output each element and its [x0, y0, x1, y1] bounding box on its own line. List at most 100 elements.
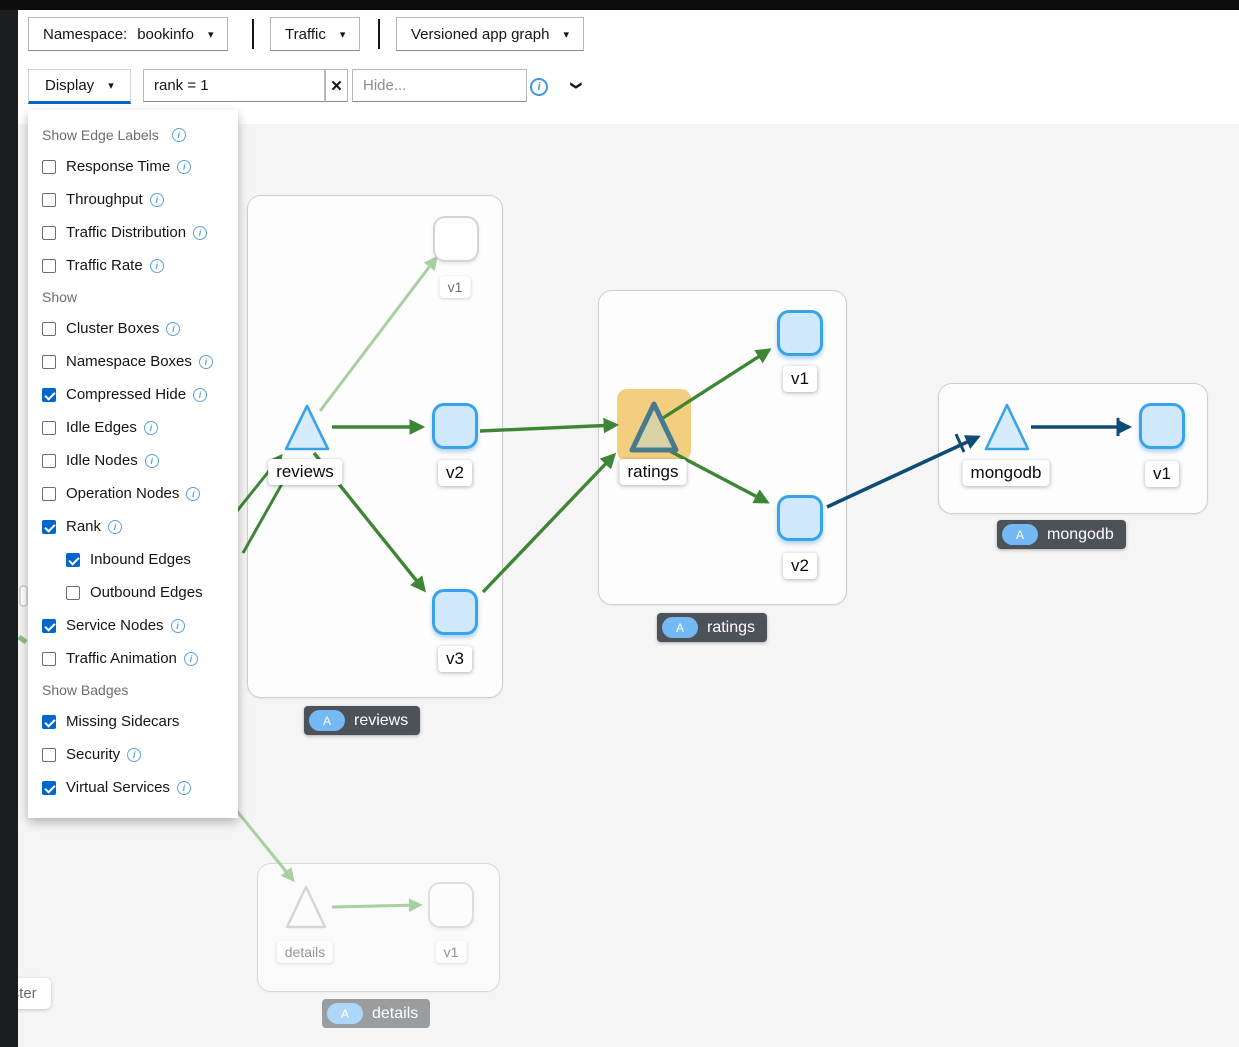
info-icon[interactable]: i	[177, 160, 191, 174]
info-icon[interactable]: i	[127, 748, 141, 762]
menu-item-operation-nodes[interactable]: Operation Nodes i	[28, 477, 238, 510]
checkbox-checked[interactable]	[42, 781, 56, 795]
mongodb-node-label: mongodb	[963, 460, 1050, 486]
info-icon[interactable]: i	[108, 520, 122, 534]
caret-down-icon: ▾	[340, 28, 346, 41]
checkbox-checked[interactable]	[42, 619, 56, 633]
reviews-v3-label: v3	[438, 646, 472, 672]
display-dropdown-menu: Show Edge Labels i Response Time i Throu…	[28, 110, 238, 818]
info-icon[interactable]: i	[199, 355, 213, 369]
details-node-label: details	[277, 941, 333, 963]
info-icon[interactable]: i	[186, 487, 200, 501]
checkbox[interactable]	[42, 193, 56, 207]
checkbox[interactable]	[42, 652, 56, 666]
find-clear-button[interactable]: ✕	[325, 69, 348, 102]
menu-item-idle-nodes[interactable]: Idle Nodes i	[28, 444, 238, 477]
info-icon[interactable]: i	[145, 454, 159, 468]
menu-item-virtual-services[interactable]: Virtual Services i	[28, 771, 238, 804]
checkbox-checked[interactable]	[42, 520, 56, 534]
info-icon[interactable]: i	[193, 388, 207, 402]
rank-highlight	[617, 389, 691, 461]
reviews-v2-node[interactable]	[432, 403, 478, 449]
app-badge-icon: A	[1002, 524, 1038, 545]
checkbox[interactable]	[42, 322, 56, 336]
menu-item-traffic-distribution[interactable]: Traffic Distribution i	[28, 216, 238, 249]
mongodb-v1-label: v1	[1145, 461, 1179, 487]
checkbox[interactable]	[42, 454, 56, 468]
checkbox[interactable]	[42, 748, 56, 762]
menu-item-missing-sidecars[interactable]: Missing Sidecars	[28, 705, 238, 738]
caret-down-icon: ▾	[108, 79, 114, 92]
reviews-app-badge[interactable]: A reviews	[304, 706, 420, 735]
reviews-v3-node[interactable]	[432, 589, 478, 635]
find-hide-help-info-icon[interactable]: i	[530, 78, 548, 96]
info-icon[interactable]: i	[177, 781, 191, 795]
caret-down-icon: ▾	[208, 28, 214, 41]
ratings-app-badge[interactable]: A ratings	[657, 613, 767, 642]
checkbox-checked[interactable]	[42, 388, 56, 402]
menu-item-compressed-hide[interactable]: Compressed Hide i	[28, 378, 238, 411]
menu-item-traffic-animation[interactable]: Traffic Animation i	[28, 642, 238, 675]
top-black-bar	[0, 0, 1239, 10]
display-dropdown-button[interactable]: Display ▾	[28, 69, 131, 104]
info-icon[interactable]: i	[144, 421, 158, 435]
close-icon: ✕	[330, 77, 343, 95]
menu-header-badges: Show Badges	[28, 675, 238, 705]
info-icon[interactable]: i	[150, 193, 164, 207]
menu-item-rank[interactable]: Rank i	[28, 510, 238, 543]
ratings-v2-node[interactable]	[777, 495, 823, 541]
menu-item-throughput[interactable]: Throughput i	[28, 183, 238, 216]
menu-item-service-nodes[interactable]: Service Nodes i	[28, 609, 238, 642]
reviews-node-label: reviews	[268, 459, 342, 485]
info-icon[interactable]: i	[184, 652, 198, 666]
toolbar-divider	[252, 19, 254, 49]
hidden-edge-fragment	[17, 635, 27, 644]
checkbox[interactable]	[42, 487, 56, 501]
hide-combobox[interactable]: ❯	[352, 69, 527, 102]
menu-item-cluster-boxes[interactable]: Cluster Boxes i	[28, 312, 238, 345]
checkbox[interactable]	[42, 421, 56, 435]
traffic-select[interactable]: Traffic ▾	[270, 17, 360, 51]
info-icon[interactable]: i	[166, 322, 180, 336]
reviews-v2-label: v2	[438, 460, 472, 486]
menu-item-inbound-edges[interactable]: Inbound Edges	[28, 543, 238, 576]
menu-header-show: Show	[28, 282, 238, 312]
checkbox[interactable]	[42, 259, 56, 273]
checkbox[interactable]	[42, 160, 56, 174]
find-combobox[interactable]: ❯	[143, 69, 325, 102]
checkbox[interactable]	[42, 226, 56, 240]
app-badge-icon: A	[662, 617, 698, 638]
info-icon[interactable]: i	[150, 259, 164, 273]
checkbox-checked[interactable]	[42, 715, 56, 729]
menu-item-outbound-edges[interactable]: Outbound Edges	[28, 576, 238, 609]
graph-type-select[interactable]: Versioned app graph ▾	[396, 17, 584, 51]
menu-header-edge-labels: Show Edge Labels i	[28, 120, 238, 150]
menu-item-idle-edges[interactable]: Idle Edges i	[28, 411, 238, 444]
ratings-v2-label: v2	[783, 553, 817, 579]
mongodb-app-badge[interactable]: A mongodb	[997, 520, 1126, 549]
mongodb-v1-node[interactable]	[1139, 403, 1185, 449]
details-app-badge[interactable]: A details	[322, 999, 430, 1028]
caret-down-icon: ▾	[563, 28, 569, 41]
app-badge-icon: A	[309, 710, 345, 731]
reviews-v1-node[interactable]	[433, 216, 479, 262]
app-badge-icon: A	[327, 1003, 363, 1024]
hide-chevron-down-icon[interactable]: ❯	[572, 70, 581, 101]
checkbox[interactable]	[66, 586, 80, 600]
menu-item-response-time[interactable]: Response Time i	[28, 150, 238, 183]
ratings-v1-label: v1	[783, 366, 817, 392]
ratings-v1-node[interactable]	[777, 310, 823, 356]
namespace-value: bookinfo	[137, 26, 194, 43]
checkbox-checked[interactable]	[66, 553, 80, 567]
menu-item-namespace-boxes[interactable]: Namespace Boxes i	[28, 345, 238, 378]
checkbox[interactable]	[42, 355, 56, 369]
details-v1-node[interactable]	[428, 882, 474, 928]
namespace-select[interactable]: Namespace: bookinfo ▾	[28, 17, 228, 51]
info-icon[interactable]: i	[193, 226, 207, 240]
toolbar-divider	[378, 19, 380, 49]
info-icon[interactable]: i	[171, 619, 185, 633]
ratings-node-label: ratings	[619, 459, 686, 485]
menu-item-security[interactable]: Security i	[28, 738, 238, 771]
info-icon[interactable]: i	[172, 128, 186, 142]
menu-item-traffic-rate[interactable]: Traffic Rate i	[28, 249, 238, 282]
